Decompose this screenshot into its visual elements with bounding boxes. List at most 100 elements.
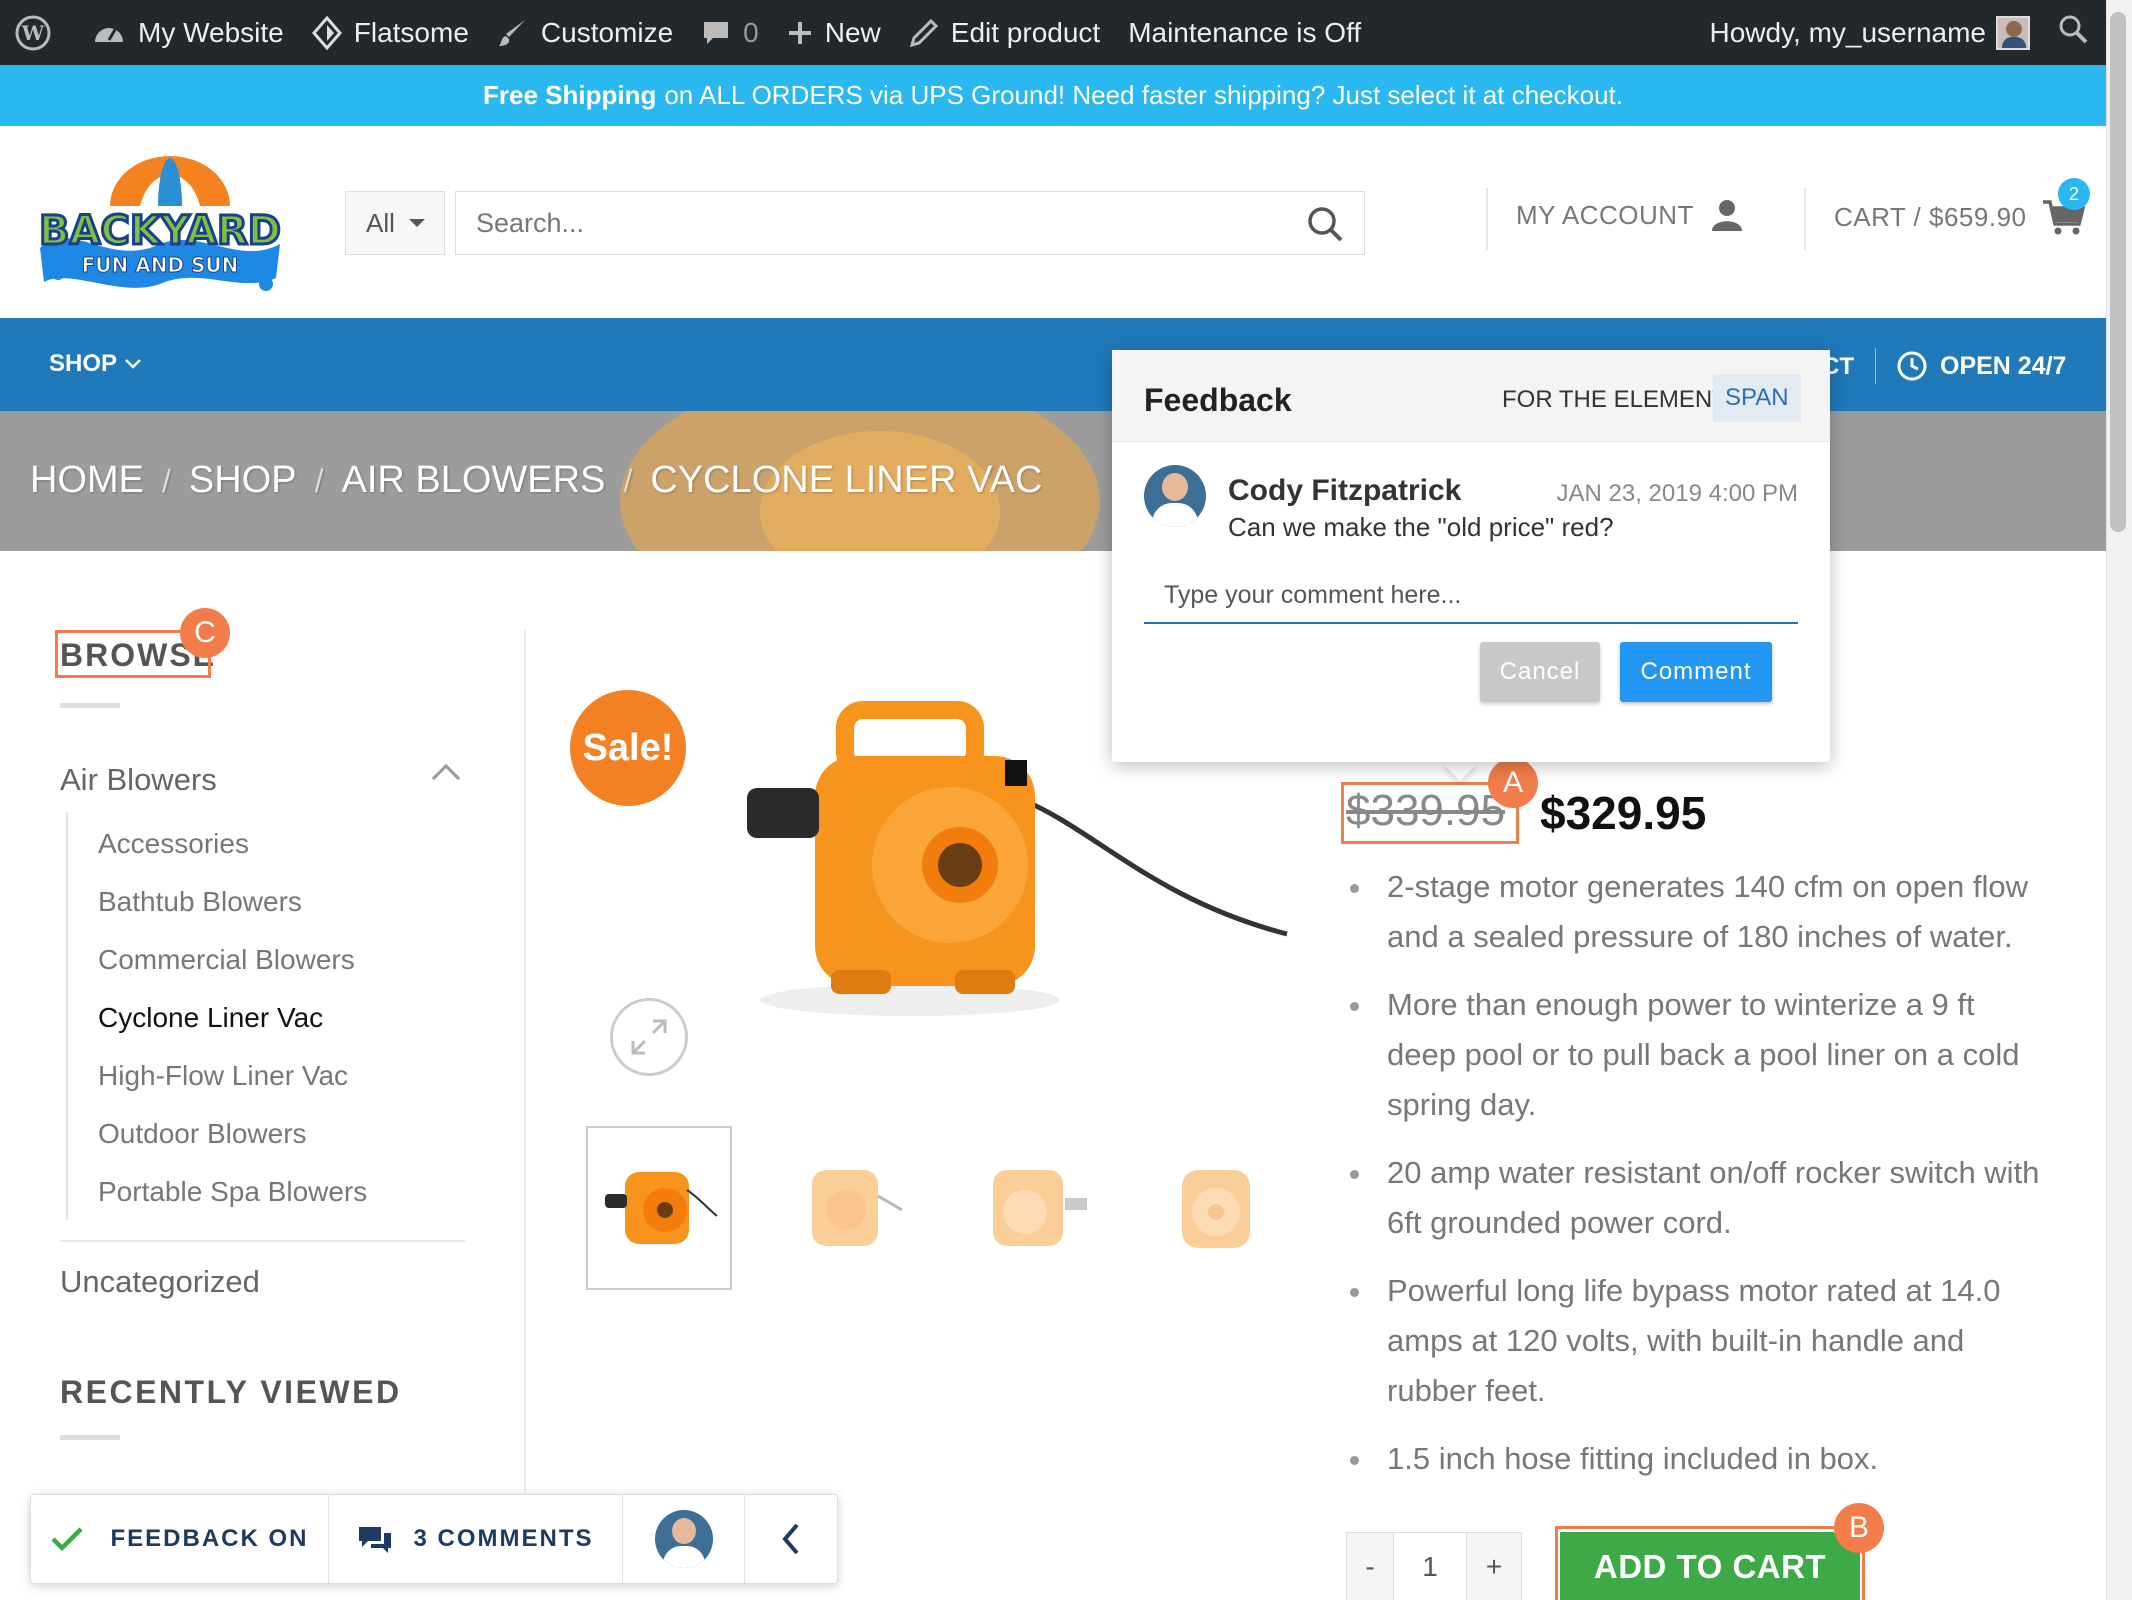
subcategory-item[interactable]: High-Flow Liner Vac: [98, 1060, 348, 1092]
header-divider: [1804, 188, 1806, 250]
feedback-toolbar: FEEDBACK ON 3 COMMENTS: [30, 1494, 838, 1584]
comments-icon: [359, 1527, 392, 1553]
comment-text: Can we make the "old price" red?: [1228, 512, 1614, 542]
feature-item: 2-stage motor generates 140 cfm on open …: [1350, 862, 2050, 962]
admin-search-button[interactable]: [2044, 0, 2106, 65]
admin-bar: W My Website Flatsome Customize 0 New Ed…: [0, 0, 2106, 65]
user-avatar-button[interactable]: [623, 1495, 745, 1583]
customize-label: Customize: [540, 16, 674, 48]
banner-text: on ALL ORDERS via UPS Ground! Need faste…: [664, 80, 1623, 110]
nav-shop[interactable]: SHOP: [49, 350, 143, 378]
chevron-up-icon[interactable]: [431, 763, 461, 793]
product-thumbnail[interactable]: [960, 1126, 1106, 1290]
comment-input[interactable]: [1144, 568, 1798, 624]
reviewer-avatar: [654, 1510, 713, 1568]
subcategory-line: [66, 812, 68, 1220]
new-content-link[interactable]: New: [773, 0, 895, 65]
subcategory-item[interactable]: Accessories: [98, 828, 249, 860]
subcategory-item[interactable]: Portable Spa Blowers: [98, 1176, 367, 1208]
subcategory-item-active[interactable]: Cyclone Liner Vac: [98, 1002, 323, 1034]
popup-title: Feedback: [1144, 382, 1292, 418]
account-menu[interactable]: Howdy, my_username: [1696, 0, 2044, 65]
cart-link[interactable]: CART / $659.90: [1834, 198, 2085, 236]
annotation-marker-b[interactable]: B: [1834, 1503, 1884, 1553]
site-name-link[interactable]: My Website: [78, 0, 298, 65]
breadcrumb-air-blowers[interactable]: AIR BLOWERS: [341, 459, 605, 501]
search-icon: [1308, 207, 1343, 242]
scrollbar-thumb[interactable]: [2110, 12, 2126, 532]
site-name-label: My Website: [138, 16, 284, 48]
quantity-increase-button[interactable]: +: [1466, 1532, 1522, 1600]
cancel-button[interactable]: Cancel: [1480, 642, 1600, 702]
annotation-highlight-b[interactable]: [1555, 1526, 1865, 1600]
logo-line1: BACKYARD: [39, 208, 281, 254]
annotation-marker-a[interactable]: A: [1488, 758, 1538, 808]
maintenance-link[interactable]: Maintenance is Off: [1114, 0, 1375, 65]
product-thumbnail[interactable]: [775, 1126, 921, 1290]
sale-price: $329.95: [1540, 787, 1707, 839]
category-air-blowers[interactable]: Air Blowers: [60, 762, 217, 798]
wordpress-logo-button[interactable]: W: [0, 0, 78, 65]
breadcrumb-shop[interactable]: SHOP: [189, 459, 297, 501]
feedback-popup: Feedback FOR THE ELEMENT SPAN Cody Fitzp…: [1112, 350, 1830, 762]
quantity-input[interactable]: 1: [1393, 1532, 1467, 1600]
theme-link[interactable]: Flatsome: [298, 0, 483, 65]
search-category-label: All: [366, 207, 395, 238]
feedback-toggle[interactable]: FEEDBACK ON: [31, 1495, 329, 1583]
zoom-image-button[interactable]: [610, 998, 688, 1076]
commenter-avatar: [1144, 465, 1206, 527]
theme-label: Flatsome: [353, 16, 469, 48]
site-logo[interactable]: BACKYARD FUN AND SUN: [30, 148, 290, 294]
breadcrumb-separator: /: [162, 463, 171, 499]
user-icon: [1711, 200, 1742, 231]
annotation-marker-c[interactable]: C: [180, 608, 230, 658]
flatsome-icon: [311, 15, 342, 50]
cart-label: CART / $659.90: [1834, 201, 2027, 232]
feature-item: More than enough power to winterize a 9 …: [1350, 980, 2050, 1130]
customize-link[interactable]: Customize: [483, 0, 687, 65]
caret-down-icon: [408, 219, 425, 227]
my-account-link[interactable]: MY ACCOUNT: [1516, 198, 1744, 232]
dashboard-icon: [92, 18, 126, 48]
logo-line2: FUN AND SUN: [82, 253, 239, 277]
maintenance-label: Maintenance is Off: [1128, 16, 1362, 48]
popup-header: Feedback FOR THE ELEMENT SPAN: [1112, 350, 1830, 442]
breadcrumb-home[interactable]: HOME: [30, 459, 144, 501]
subcategory-item[interactable]: Outdoor Blowers: [98, 1118, 307, 1150]
search-category-select[interactable]: All: [345, 191, 445, 255]
nav-shop-label: SHOP: [49, 350, 118, 377]
collapse-toolbar-button[interactable]: [745, 1495, 837, 1583]
chevron-down-icon: [125, 359, 141, 369]
search-submit-button[interactable]: [1305, 204, 1345, 244]
nav-open-hours[interactable]: OPEN 24/7: [1896, 350, 2066, 382]
brush-icon: [497, 17, 529, 49]
new-label: New: [824, 16, 881, 48]
feature-item: 1.5 inch hose fitting included in box.: [1350, 1434, 2050, 1484]
title-underline: [60, 1435, 120, 1440]
comment-submit-button[interactable]: Comment: [1620, 642, 1772, 702]
comments-link[interactable]: 0: [687, 0, 773, 65]
plus-icon: [787, 20, 813, 46]
breadcrumb: HOME / SHOP / AIR BLOWERS / CYCLONE LINER VAC: [30, 459, 1042, 502]
feedback-on-label: FEEDBACK ON: [110, 1525, 309, 1552]
quantity-decrease-button[interactable]: -: [1346, 1532, 1394, 1600]
comments-toggle[interactable]: 3 COMMENTS: [329, 1495, 623, 1583]
breadcrumb-separator: /: [314, 463, 324, 499]
product-thumbnail-selected[interactable]: [586, 1126, 732, 1290]
product-features-list: 2-stage motor generates 140 cfm on open …: [1350, 862, 2050, 1502]
commenter-name: Cody Fitzpatrick: [1228, 474, 1462, 507]
chevron-left-icon: [782, 1523, 799, 1555]
subcategory-item[interactable]: Commercial Blowers: [98, 944, 355, 976]
header-divider: [1486, 188, 1488, 250]
product-thumbnail[interactable]: [1143, 1126, 1289, 1290]
open-hours-label: OPEN 24/7: [1940, 351, 2067, 380]
edit-product-link[interactable]: Edit product: [895, 0, 1114, 65]
comment-bubble-icon: [701, 18, 731, 48]
recently-viewed-title: RECENTLY VIEWED: [60, 1374, 402, 1410]
category-uncategorized[interactable]: Uncategorized: [60, 1264, 260, 1300]
wordpress-icon: W: [14, 14, 52, 52]
subcategory-item[interactable]: Bathtub Blowers: [98, 886, 302, 918]
search-input[interactable]: Search...: [455, 191, 1365, 255]
beach-umbrella-icon: [110, 156, 230, 206]
sale-badge: Sale!: [570, 690, 686, 806]
